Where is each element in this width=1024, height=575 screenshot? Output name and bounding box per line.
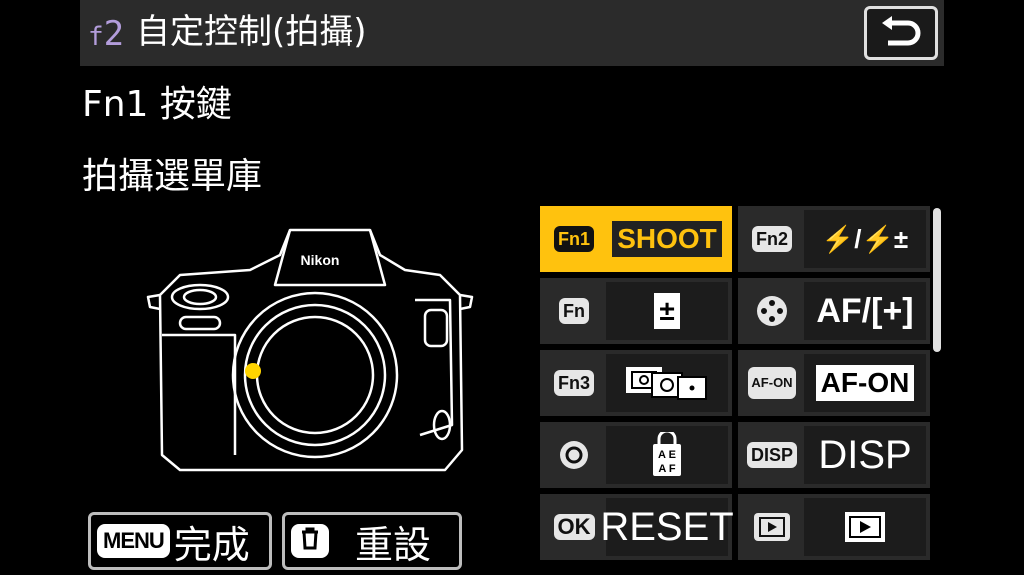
grid-cell-af-on[interactable]: AF-ON AF-ON (738, 350, 930, 416)
vertical-fn-button-icon: Fn (559, 298, 589, 324)
return-arrow-icon (882, 16, 921, 46)
back-button[interactable] (864, 6, 938, 60)
grid-cell-fn3[interactable]: Fn3 (540, 350, 732, 416)
metering-icon (626, 367, 707, 400)
grid-cell-fn1[interactable]: Fn1 SHOOT (540, 206, 732, 272)
disp-button-icon: DISP (746, 442, 797, 468)
reset-button[interactable]: 重設 (282, 512, 462, 570)
ok-button-icon: OK (553, 514, 595, 540)
done-button[interactable]: MENU 完成 (88, 512, 272, 570)
grid-cell-playback[interactable] (738, 494, 930, 560)
camera-diagram: Nikon (146, 228, 474, 472)
selected-button-name: Fn1 按鍵 (82, 84, 232, 125)
grid-cell-fn2[interactable]: Fn2 ⚡/⚡± (738, 206, 930, 272)
flash-mode-function-label: ⚡/⚡± (804, 210, 926, 268)
grid-cell-ok[interactable]: OK RESET (540, 494, 734, 560)
menu-code: f2 (88, 14, 125, 54)
grid-cell-disp[interactable]: DISP DISP (738, 422, 930, 488)
camera-brand-label: Nikon (301, 252, 340, 268)
reset-function-label: RESET (600, 498, 734, 556)
svg-text:A E: A E (658, 449, 676, 461)
af-on-function-label: AF-ON (815, 365, 915, 401)
multi-selector-center-icon (560, 441, 588, 469)
menu-key-badge: MENU (97, 524, 170, 558)
svg-text:A F: A F (658, 463, 676, 475)
menu-bank-label: 拍攝選單庫 (82, 156, 263, 197)
page-title: 自定控制(拍攝) (136, 12, 367, 52)
fn2-button-icon: Fn2 (751, 226, 792, 252)
sub-selector-icon (757, 296, 787, 326)
af-function-label: AF/[+] (804, 282, 926, 340)
playback-button-icon (754, 513, 790, 541)
shoot-function-label: SHOOT (612, 221, 722, 257)
grid-cell-sub-selector[interactable]: AF/[+] (738, 278, 930, 344)
ae-af-lock-icon: A E A F (653, 432, 681, 476)
fn1-button-icon: Fn1 (553, 226, 594, 252)
disp-function-label: DISP (804, 426, 926, 484)
fn3-button-icon: Fn3 (553, 370, 594, 396)
fn1-position-marker (245, 363, 261, 379)
exposure-comp-icon: ± (654, 293, 680, 329)
grid-cell-vertical-fn[interactable]: Fn ± (540, 278, 732, 344)
done-label: 完成 (173, 522, 250, 567)
scrollbar[interactable] (933, 208, 941, 352)
reset-label: 重設 (355, 522, 432, 567)
playback-function-icon (845, 512, 885, 542)
grid-cell-multi-selector-center[interactable]: A E A F (540, 422, 732, 488)
af-on-button-icon: AF-ON (748, 367, 796, 399)
trash-icon (291, 524, 329, 558)
